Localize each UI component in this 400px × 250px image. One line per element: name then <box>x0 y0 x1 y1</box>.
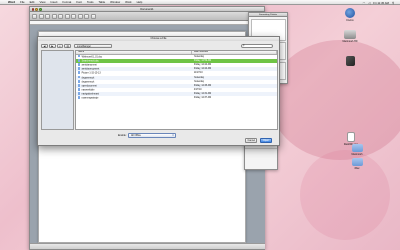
back-button[interactable]: ◀ <box>41 43 48 49</box>
desktop-icon-imac[interactable]: iMac <box>346 158 368 170</box>
table-icon[interactable] <box>77 13 83 19</box>
file-name-text: armidaomypment <box>81 68 100 71</box>
location-popup[interactable]: mondhamger <box>74 43 113 49</box>
file-icon <box>78 67 81 70</box>
spotlight-icon[interactable]: ⚲ <box>392 1 394 5</box>
enable-label: Enable: <box>118 133 127 137</box>
document-title: Document1 <box>140 8 154 11</box>
file-name-text: armidamyment <box>81 64 97 67</box>
file-name: roarmergeateoje <box>76 96 192 100</box>
file-icon <box>78 88 81 91</box>
menu-insert[interactable]: Insert <box>50 0 57 4</box>
file-icon <box>78 75 81 79</box>
enable-filter: Enable: All Office <box>118 133 176 138</box>
status-bar <box>30 243 265 249</box>
columns-icon[interactable] <box>84 13 89 19</box>
menu-table[interactable]: Table <box>98 0 105 4</box>
hard-drive-icon <box>344 30 356 39</box>
package-icon <box>345 56 355 66</box>
wifi-icon[interactable]: ◠ <box>363 1 365 5</box>
file-name-text: navigationlemant <box>81 93 99 96</box>
dialog-buttons: Cancel Open <box>243 138 273 143</box>
file-list: Name Date Modified Whitmore01_01.doc Yest… <box>75 50 278 130</box>
dialog-navigation: ◀ ▶ ≡ ▥ mondhamger <box>41 43 276 49</box>
file-name-text: Searchresult.doc <box>81 60 99 63</box>
column-date-header[interactable]: Date Modified <box>192 51 277 54</box>
volume-icon[interactable]: ◁ <box>368 1 370 5</box>
menu-bar: Word File Edit View Insert Format Font T… <box>0 0 400 5</box>
open-icon[interactable] <box>38 13 44 19</box>
menu-font[interactable]: Font <box>76 0 82 4</box>
menu-edit[interactable]: Edit <box>30 0 35 4</box>
file-icon <box>78 79 81 83</box>
file-name-text: degamerock <box>81 81 95 84</box>
menu-word[interactable]: Word <box>8 0 15 4</box>
format-icon[interactable] <box>71 13 76 19</box>
minimize-window-button[interactable] <box>35 8 39 11</box>
document-toolbar <box>30 12 264 21</box>
menu-format[interactable]: Format <box>62 0 71 4</box>
desktop-icon-folder[interactable]: Macintosh <box>346 144 368 156</box>
column-view-button[interactable]: ▥ <box>64 43 72 49</box>
menu-help[interactable]: Help <box>137 0 143 4</box>
file-name-text: roarmergeateoje <box>81 97 99 100</box>
list-view-button[interactable]: ≡ <box>56 43 64 49</box>
undo-icon[interactable] <box>58 13 63 19</box>
firefox-icon <box>345 8 355 18</box>
dialog-title: Choose a File <box>38 37 279 41</box>
redo-icon[interactable] <box>64 13 70 19</box>
file-icon <box>78 83 81 87</box>
file-icon <box>78 54 81 58</box>
file-row[interactable]: roarmergeateoje Friday, 12:37 AM <box>76 96 277 100</box>
menu-view[interactable]: View <box>39 0 45 4</box>
palette-titlebar: Formatting Palette <box>249 13 287 17</box>
file-name-text: Whitmore01_01.doc <box>81 55 103 58</box>
open-button[interactable]: Open <box>260 138 272 143</box>
file-name-text: naewerktiole <box>81 89 95 92</box>
file-icon <box>78 71 81 75</box>
file-rows: Whitmore01_01.doc Yesterday Searchresult.d… <box>76 54 277 101</box>
document-titlebar: Document1 <box>30 7 264 12</box>
print-icon[interactable] <box>51 13 57 19</box>
zoom-icon[interactable] <box>90 13 96 19</box>
forward-button[interactable]: ▶ <box>48 43 56 49</box>
document-icon <box>347 132 355 142</box>
file-icon <box>78 62 81 66</box>
menu-work[interactable]: Work <box>125 0 131 4</box>
close-window-button[interactable] <box>31 8 35 11</box>
menu-tools[interactable]: Tools <box>87 0 94 4</box>
menu-file[interactable]: File <box>20 0 25 4</box>
file-icon <box>78 96 81 100</box>
file-name-text: opendocument <box>81 85 97 88</box>
menu-clock[interactable]: Fri 11:45 AM <box>373 1 389 5</box>
enable-select[interactable]: All Office <box>127 133 176 138</box>
desktop-icon-box[interactable] <box>339 56 361 67</box>
zoom-window-button[interactable] <box>39 8 42 11</box>
folder-icon <box>351 158 363 166</box>
new-doc-icon[interactable] <box>32 13 37 19</box>
file-name-text: degamerock <box>81 76 95 79</box>
file-icon <box>78 58 81 62</box>
cancel-button[interactable]: Cancel <box>245 138 257 143</box>
folder-icon <box>351 144 363 152</box>
column-name-header[interactable]: Name <box>76 51 192 54</box>
file-name-text: Picture 1-15-15-13 <box>81 72 101 75</box>
open-file-dialog: Choose a File ◀ ▶ ≡ ▥ mondhamger Name Da… <box>37 36 280 146</box>
file-date: Friday, 12:37 AM <box>193 97 212 100</box>
desktop-icon-firefox[interactable]: Firefox <box>339 8 361 22</box>
desktop-icon-drive[interactable]: Macintosh HD <box>339 30 361 43</box>
dialog-sidebar[interactable] <box>41 50 74 130</box>
file-icon <box>78 92 81 96</box>
search-field[interactable] <box>241 43 273 49</box>
save-icon[interactable] <box>45 13 50 19</box>
palette-title: Formatting Palette <box>259 14 277 16</box>
menu-window[interactable]: Window <box>110 0 120 4</box>
